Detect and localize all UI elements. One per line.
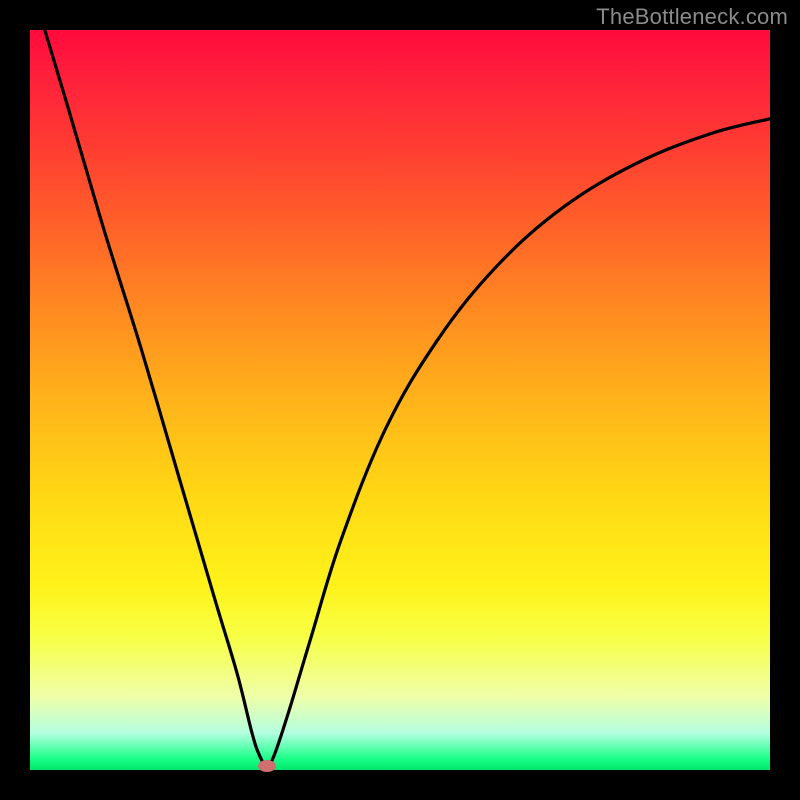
- bottleneck-curve: [45, 30, 770, 766]
- plot-area: [30, 30, 770, 770]
- watermark-label: TheBottleneck.com: [596, 4, 788, 30]
- curve-layer: [30, 30, 770, 770]
- chart-frame: TheBottleneck.com: [0, 0, 800, 800]
- minimum-dot: [258, 760, 276, 772]
